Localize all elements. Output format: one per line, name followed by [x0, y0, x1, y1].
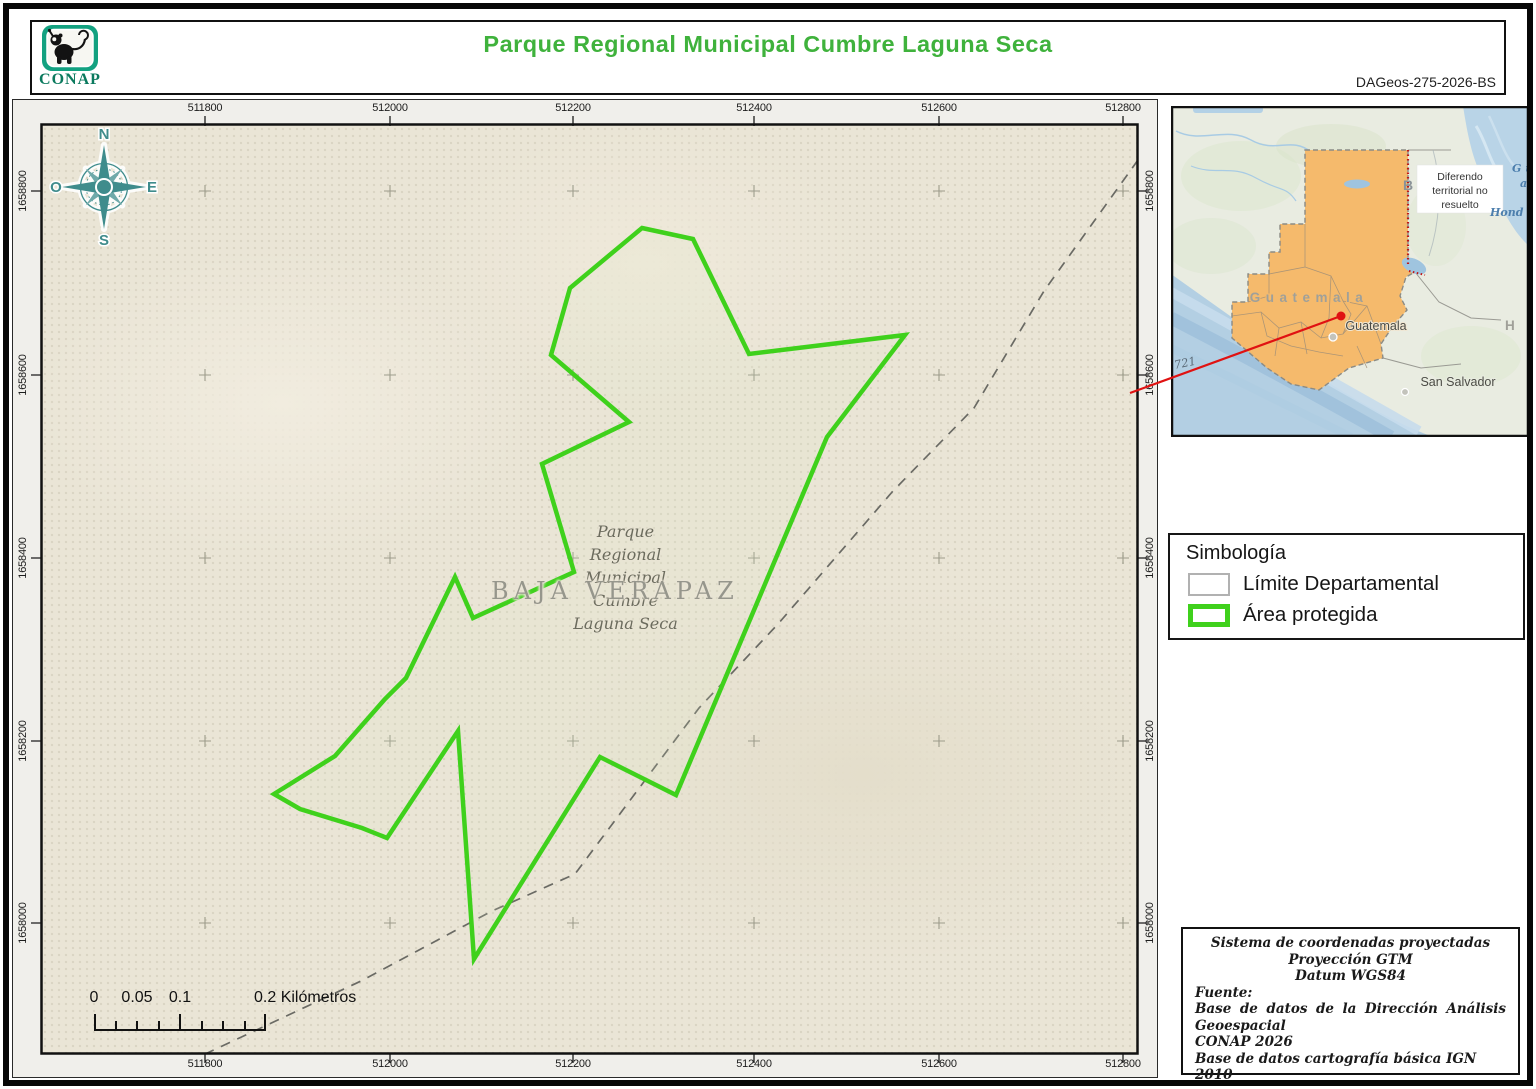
scale-bar: 0 0.05 0.1 0.2 Kilómetros — [81, 989, 411, 1035]
source-line: CONAP 2026 — [1195, 1034, 1293, 1050]
department-name-label: BAJA VERAPAZ — [491, 577, 739, 605]
protected-area-swatch — [1188, 603, 1230, 627]
territorial-note-line: Diferendo — [1437, 171, 1483, 183]
legend-item-label: Límite Departamental — [1243, 572, 1439, 595]
gulf-label-fragment: a — [1520, 177, 1527, 190]
guatemala-city-label: Guatemala — [1345, 319, 1406, 333]
gulf-label-fragment: Hond — [1489, 206, 1524, 219]
axis-coordinate-label: 511800 — [187, 102, 223, 114]
scale-bar-line — [94, 1013, 266, 1031]
compass-e-label: E — [147, 179, 157, 196]
gulf-label-fragment: G u — [1512, 162, 1529, 175]
axis-coordinate-label: 1658600 — [1144, 354, 1156, 396]
axis-coordinate-label: 1658000 — [1144, 902, 1156, 944]
legend-panel: Simbología Límite Departamental Área pro… — [1168, 533, 1525, 640]
axis-coordinate-label: 512200 — [555, 102, 591, 114]
axis-coordinate-label: 511800 — [187, 1058, 223, 1070]
scale-label-005: 0.05 — [121, 989, 153, 1006]
legend-title: Simbología — [1186, 542, 1287, 564]
axis-coordinate-label: 1658400 — [1144, 537, 1156, 579]
crs-line: Datum WGS84 — [1295, 968, 1406, 984]
compass-s-label: S — [99, 232, 109, 247]
map-sheet-page: CONAP Parque Regional Municipal Cumbre L… — [0, 0, 1536, 1089]
country-name-label: Guatemala — [1250, 290, 1369, 305]
axis-coordinate-label: 512800 — [1105, 1058, 1141, 1070]
locator-inset-map: B Diferendo territorial no resuelto G u … — [1166, 105, 1535, 443]
legend-item-label: Área protegida — [1243, 603, 1378, 626]
axis-coordinate-label: 512600 — [921, 1058, 957, 1070]
axis-coordinate-label: 1658200 — [1144, 720, 1156, 762]
park-label-line: Parque — [596, 522, 655, 541]
axis-coordinate-label: 1658200 — [17, 720, 29, 762]
axis-coordinate-label: 512400 — [736, 102, 772, 114]
source-info-box: Sistema de coordenadas proyectadas Proye… — [1181, 927, 1520, 1083]
axis-coordinate-label: 1658000 — [17, 902, 29, 944]
axis-coordinate-label: 512000 — [372, 1058, 408, 1070]
park-label-line: Regional — [589, 545, 662, 564]
scale-label-0: 0 — [89, 989, 99, 1006]
axis-coordinate-label: 1658800 — [1144, 170, 1156, 212]
inset-map-svg: B Diferendo territorial no resuelto G u … — [1166, 105, 1535, 443]
document-code: DAGeos-275-2026-BS — [1355, 74, 1496, 90]
capital-city-dot — [1328, 332, 1338, 342]
territorial-note-line: territorial no — [1432, 185, 1488, 197]
source-line: Base de datos de la Dirección Análisis G… — [1195, 1001, 1506, 1034]
san-salvador-label: San Salvador — [1420, 375, 1495, 389]
legend-item-protected-area: Área protegida — [1188, 603, 1523, 627]
legend-item-departmental: Límite Departamental — [1188, 572, 1523, 596]
axis-coordinate-label: 1658600 — [17, 354, 29, 396]
compass-n-label: N — [99, 126, 110, 143]
fuente-label: Fuente: — [1195, 984, 1253, 1001]
axis-coordinate-label: 512800 — [1105, 102, 1141, 114]
scale-label-02: 0.2 Kilómetros — [254, 989, 357, 1006]
compass-rose-icon: N E S O — [49, 125, 159, 248]
main-map-frame: 511800 511800 512000 512000 512200 512200 5124… — [12, 99, 1158, 1078]
honduras-label-fragment: H o — [1505, 318, 1529, 333]
axis-coordinate-label: 1658800 — [17, 170, 29, 212]
axis-coordinate-label: 512600 — [921, 102, 957, 114]
axis-coordinate-label: 512400 — [736, 1058, 772, 1070]
conap-logo-text: CONAP — [39, 71, 101, 88]
belize-label-fragment: B — [1403, 177, 1413, 193]
compass-o-label: O — [50, 179, 62, 196]
crs-line: Proyección GTM — [1288, 951, 1413, 968]
axis-coordinate-label: 512000 — [372, 102, 408, 114]
header-bar: CONAP Parque Regional Municipal Cumbre L… — [30, 20, 1506, 95]
san-salvador-dot — [1400, 387, 1410, 397]
park-label-line: Laguna Seca — [573, 614, 678, 633]
axis-coordinate-label: 512200 — [555, 1058, 591, 1070]
scale-label-01: 0.1 — [168, 989, 192, 1006]
page-title: Parque Regional Municipal Cumbre Laguna … — [483, 31, 1053, 57]
crs-line: Sistema de coordenadas proyectadas — [1210, 935, 1491, 951]
departmental-boundary-swatch — [1188, 572, 1230, 596]
source-line: Base de datos cartografía básica IGN 201… — [1195, 1050, 1477, 1084]
axis-coordinate-label: 1658400 — [17, 537, 29, 579]
territorial-note-line: resuelto — [1441, 199, 1479, 211]
